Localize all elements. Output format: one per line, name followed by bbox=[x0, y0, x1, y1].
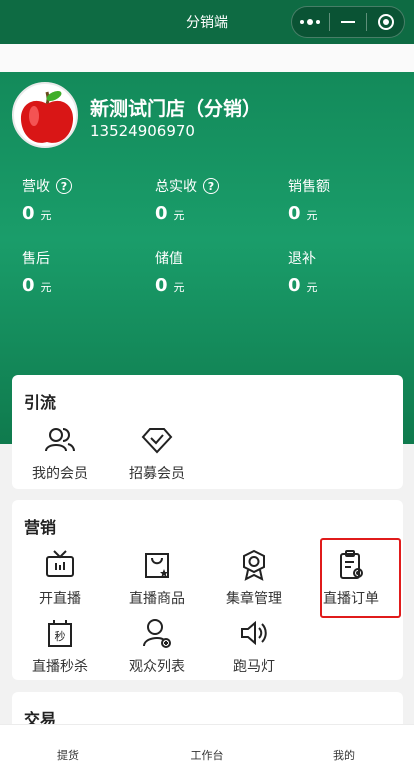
stat-value: 0 bbox=[155, 203, 168, 224]
item-label: 我的会员 bbox=[32, 466, 88, 482]
my-members-button[interactable]: 我的会员 bbox=[12, 423, 108, 483]
stat-unit: 元 bbox=[173, 209, 185, 222]
stat-refund: 退补 0元 bbox=[288, 248, 408, 296]
marquee-button[interactable]: 跑马灯 bbox=[206, 616, 302, 676]
section-title: 营销 bbox=[24, 518, 57, 537]
stat-value: 0 bbox=[288, 203, 301, 224]
stat-value: 0 bbox=[155, 275, 168, 296]
start-live-button[interactable]: 开直播 bbox=[12, 548, 108, 608]
badge-icon bbox=[237, 548, 271, 582]
close-button[interactable] bbox=[367, 6, 404, 38]
stat-unit: 元 bbox=[306, 209, 318, 222]
recruit-members-button[interactable]: 招募会员 bbox=[109, 423, 205, 483]
item-label: 招募会员 bbox=[129, 466, 185, 482]
stat-sales: 销售额 0元 bbox=[288, 176, 408, 224]
top-bar: 分销端 bbox=[0, 0, 414, 44]
apple-icon bbox=[20, 91, 74, 143]
stat-unit: 元 bbox=[173, 281, 185, 294]
section-title: 引流 bbox=[24, 393, 57, 412]
stat-stored-value: 储值 0元 bbox=[155, 248, 275, 296]
more-dots-icon bbox=[300, 19, 321, 25]
item-label: 集章管理 bbox=[226, 591, 282, 607]
stat-label: 总实收 bbox=[155, 179, 197, 195]
audience-icon bbox=[140, 616, 174, 650]
store-name: 新测试门店（分销） bbox=[90, 98, 262, 120]
stat-unit: 元 bbox=[40, 209, 52, 222]
stat-value: 0 bbox=[288, 275, 301, 296]
stat-label: 售后 bbox=[22, 251, 50, 267]
live-products-button[interactable]: 直播商品 bbox=[109, 548, 205, 608]
stat-revenue: 营收? 0元 bbox=[22, 176, 142, 224]
store-phone: 13524906970 bbox=[90, 122, 195, 140]
item-label: 跑马灯 bbox=[233, 659, 275, 675]
tv-icon bbox=[43, 548, 77, 582]
audience-list-button[interactable]: 观众列表 bbox=[109, 616, 205, 676]
mini-program-capsule bbox=[291, 6, 405, 38]
flash-sale-icon: 秒 bbox=[43, 616, 77, 650]
tab-mine[interactable]: 我的 bbox=[314, 747, 374, 763]
stat-after-sales: 售后 0元 bbox=[22, 248, 142, 296]
recruit-member-icon bbox=[140, 423, 174, 457]
stat-label: 销售额 bbox=[288, 179, 330, 195]
shopping-bag-icon bbox=[140, 548, 174, 582]
tab-pickup[interactable]: 提货 bbox=[38, 747, 98, 763]
speaker-icon bbox=[237, 616, 271, 650]
item-label: 开直播 bbox=[39, 591, 81, 607]
members-icon bbox=[43, 423, 77, 457]
traffic-card: 引流 我的会员 招募会员 bbox=[12, 375, 403, 489]
minimize-button[interactable] bbox=[330, 6, 367, 38]
bottom-tab-bar: 提货 工作台 我的 bbox=[0, 724, 414, 780]
help-icon[interactable]: ? bbox=[203, 178, 219, 194]
stat-value: 0 bbox=[22, 203, 35, 224]
stat-value: 0 bbox=[22, 275, 35, 296]
live-flash-sale-button[interactable]: 秒 直播秒杀 bbox=[12, 616, 108, 676]
stamp-management-button[interactable]: 集章管理 bbox=[206, 548, 302, 608]
stat-unit: 元 bbox=[40, 281, 52, 294]
item-label: 直播秒杀 bbox=[32, 659, 88, 675]
highlight-box bbox=[320, 538, 401, 618]
top-spacer bbox=[0, 44, 414, 72]
tab-workbench[interactable]: 工作台 bbox=[177, 747, 237, 763]
minimize-icon bbox=[341, 21, 355, 23]
svg-text:秒: 秒 bbox=[55, 629, 66, 643]
stat-label: 退补 bbox=[288, 251, 316, 267]
stat-unit: 元 bbox=[306, 281, 318, 294]
store-avatar[interactable] bbox=[12, 82, 78, 148]
stat-label: 储值 bbox=[155, 251, 183, 267]
close-target-icon bbox=[377, 14, 394, 30]
stat-label: 营收 bbox=[22, 179, 50, 195]
item-label: 观众列表 bbox=[129, 659, 185, 675]
stat-total-received: 总实收? 0元 bbox=[155, 176, 275, 224]
help-icon[interactable]: ? bbox=[56, 178, 72, 194]
item-label: 直播商品 bbox=[129, 591, 185, 607]
more-button[interactable] bbox=[292, 6, 329, 38]
